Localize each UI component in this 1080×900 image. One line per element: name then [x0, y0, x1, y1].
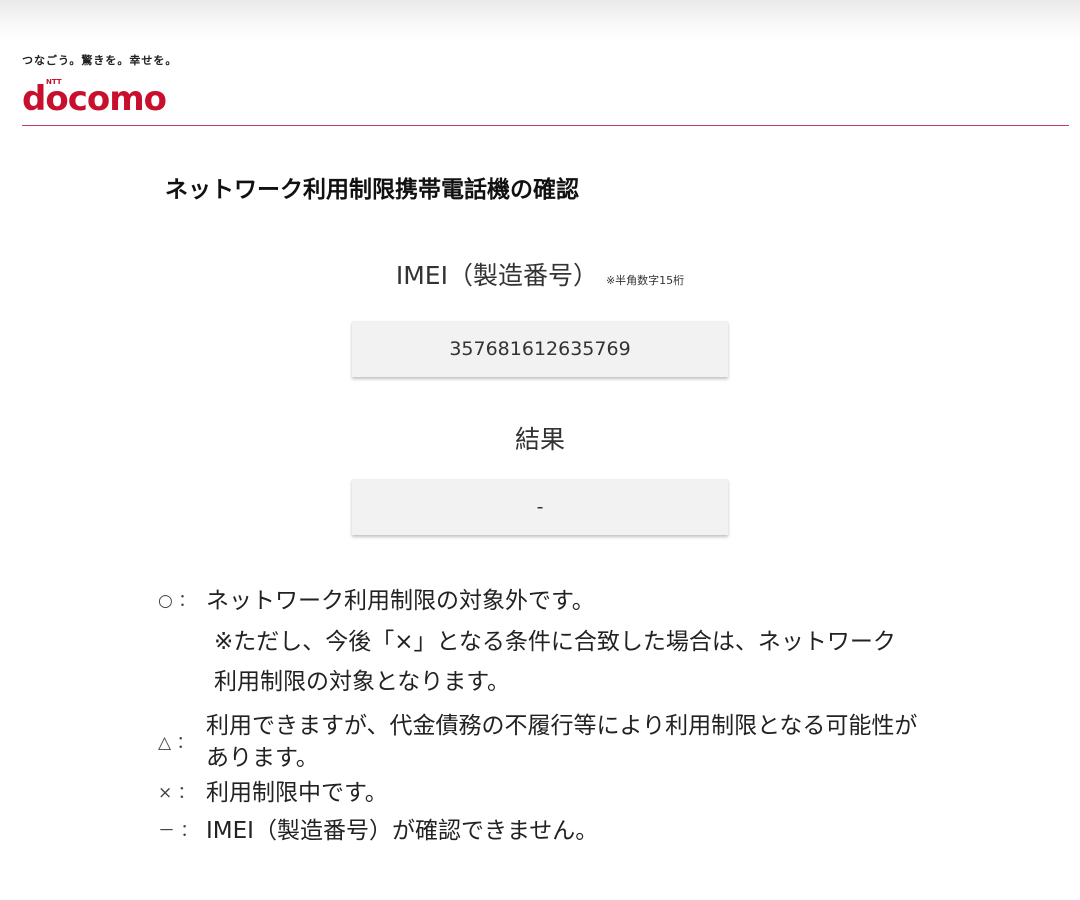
top-shade [0, 0, 1080, 40]
circle-mark-icon: ○ ： [158, 591, 196, 611]
imei-input[interactable]: 357681612635769 [352, 321, 728, 377]
imei-note: ※半角数字15桁 [605, 274, 685, 287]
page-title: ネットワーク利用制限携帯電話機の確認 [165, 177, 579, 203]
imei-label: IMEI（製造番号） ※半角数字15桁 [0, 256, 1080, 292]
result-field: - [352, 479, 728, 535]
result-value: - [536, 496, 544, 518]
header-divider [22, 125, 1069, 126]
legend-circle-note: ※ただし、今後「×」となる条件に合致した場合は、ネットワーク利用制限の対象となり… [214, 629, 896, 695]
legend-item-circle: ○ ： ネットワーク利用制限の対象外です。 [158, 582, 958, 622]
legend-circle-text: ネットワーク利用制限の対象外です。 [206, 588, 595, 614]
docomo-logo[interactable]: NTT docomo [22, 78, 1068, 118]
dash-mark-icon: － ： [158, 821, 198, 841]
tagline: つなごう。驚きを。幸せを。 [22, 54, 178, 67]
legend-cross-text: 利用制限中です。 [206, 780, 388, 806]
legend-item-dash: － ： IMEI（製造番号）が確認できません。 [158, 812, 958, 850]
result-label: 結果 [514, 425, 565, 454]
cross-mark-icon: × ： [158, 783, 195, 803]
legend: ○ ： ネットワーク利用制限の対象外です。 ※ただし、今後「×」となる条件に合致… [158, 582, 958, 850]
imei-label-text: IMEI（製造番号） [395, 261, 598, 290]
header: つなごう。驚きを。幸せを。 NTT docomo [22, 52, 1068, 118]
legend-triangle-text: 利用できますが、代金債務の不履行等により利用制限となる可能性があります。 [206, 713, 918, 771]
imei-value: 357681612635769 [449, 338, 631, 360]
legend-dash-text: IMEI（製造番号）が確認できません。 [206, 818, 599, 844]
legend-item-triangle: △ ： 利用できますが、代金債務の不履行等により利用制限となる可能性があります。 [158, 710, 958, 774]
triangle-mark-icon: △ ： [158, 733, 194, 753]
logo-wordmark: docomo [22, 79, 167, 119]
page: つなごう。驚きを。幸せを。 NTT docomo ネットワーク利用制限携帯電話機… [0, 0, 1080, 900]
legend-item-cross: × ： 利用制限中です。 [158, 774, 958, 812]
